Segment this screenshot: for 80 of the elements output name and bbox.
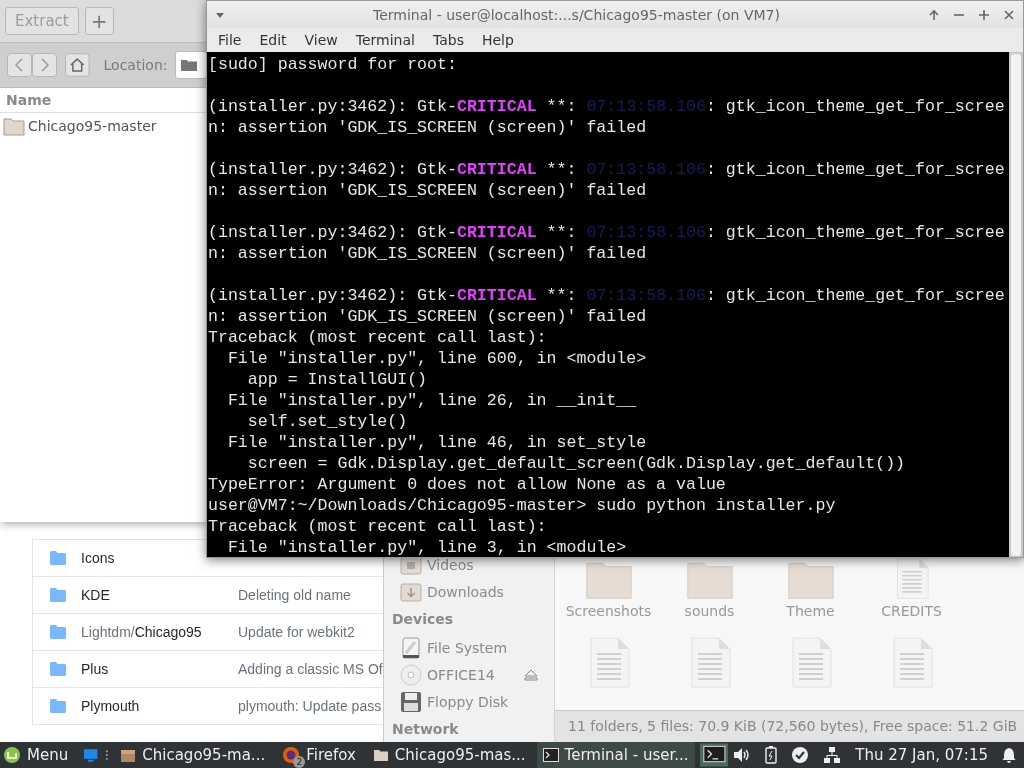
- terminal-line: File "installer.py", line 3, in <module>: [226, 537, 628, 557]
- menu-button[interactable]: Menu: [3, 746, 79, 764]
- folder-icon: [50, 625, 66, 639]
- taskbar-item[interactable]: 2 Firefox: [276, 742, 362, 768]
- menu-item[interactable]: Terminal: [346, 32, 424, 48]
- taskbar-item[interactable]: Chicago95-mas...: [366, 742, 532, 768]
- terminal-line: (installer.py:3462): Gtk-CRITICAL **: 07:13:58.106: gtk_icon_theme_get_for_scree: [208, 285, 1006, 306]
- location-label: Location:: [103, 57, 168, 73]
- window-title: Terminal - user@localhost:...s/Chicago95-master (on VM7): [372, 6, 781, 23]
- logo-icon: [3, 746, 21, 764]
- taskbar-item[interactable]: Terminal - user...: [536, 742, 695, 768]
- add-button[interactable]: +: [84, 7, 114, 35]
- terminal-line: [sudo] password for root:: [208, 54, 458, 75]
- sidebar-header: Network: [391, 720, 460, 739]
- location-field[interactable]: [175, 51, 207, 79]
- folder-link[interactable]: KDE: [81, 587, 110, 603]
- terminal-line: Traceback (most recent call last):: [208, 327, 548, 348]
- folder-icon: [372, 747, 389, 763]
- check-icon[interactable]: [791, 746, 810, 764]
- terminal-icon: [542, 747, 559, 763]
- terminal-line: File "installer.py", line 600, in <module>: [226, 348, 648, 369]
- commit-message[interactable]: plymouth: Update pass: [238, 698, 382, 714]
- terminal-line: (installer.py:3462): Gtk-CRITICAL **: 07:13:58.106: gtk_icon_theme_get_for_scree: [208, 222, 1006, 243]
- terminal-line: TypeError: Argument 0 does not allow None as a value: [208, 474, 727, 495]
- eject-icon[interactable]: [524, 668, 538, 681]
- terminal-icon[interactable]: [699, 743, 729, 767]
- terminal-line: (installer.py:3462): Gtk-CRITICAL **: 07:13:58.106: gtk_icon_theme_get_for_scree: [208, 96, 1006, 117]
- status-bar: 11 folders, 5 files: 70.9 KiB (72,560 bytes), Free space: 51.2 GiB: [555, 710, 1024, 742]
- folder-icon: [180, 58, 199, 72]
- terminal-line: app = InstallGUI(): [246, 369, 429, 390]
- sidebar-header: Devices: [391, 610, 455, 629]
- maximize-icon[interactable]: [978, 8, 990, 21]
- commit-message[interactable]: Adding a classic MS Of: [238, 661, 383, 677]
- terminal-line: n: assertion 'GDK_IS_SCREEN (screen)' failed: [208, 180, 648, 201]
- folder-icon: [50, 588, 66, 602]
- scrollbar[interactable]: [1009, 52, 1023, 557]
- file-name[interactable]: Chicago95-master: [28, 118, 157, 134]
- terminal-line: File "installer.py", line 46, in set_style: [226, 432, 648, 453]
- folder-link[interactable]: Lightdm/Chicago95: [81, 624, 202, 640]
- terminal-line: screen = Gdk.Display.get_default_screen(Gdk.Display.get_default()): [246, 453, 907, 474]
- menu-item[interactable]: View: [295, 32, 347, 48]
- bell-icon[interactable]: [1002, 747, 1016, 763]
- terminal-line: File "installer.py", line 26, in __init__: [226, 390, 638, 411]
- disc-icon: [400, 663, 422, 686]
- folder-icon: [50, 662, 66, 676]
- terminal-line: Traceback (most recent call last):: [208, 516, 548, 537]
- clock[interactable]: Thu 27 Jan, 07:15: [855, 746, 988, 764]
- window-menu-icon[interactable]: [215, 10, 225, 19]
- monitor-icon[interactable]: [83, 747, 99, 763]
- menu-item[interactable]: File: [209, 32, 251, 48]
- terminal-line: n: assertion 'GDK_IS_SCREEN (screen)' failed: [208, 117, 648, 138]
- drive-icon: [400, 636, 422, 659]
- box-icon: [120, 747, 137, 763]
- folder-link[interactable]: Plymouth: [81, 698, 140, 714]
- folder-link[interactable]: Icons: [81, 550, 115, 566]
- taskbar-item[interactable]: Chicago95-ma...: [114, 742, 272, 768]
- folder-icon: [50, 551, 66, 565]
- terminal-line: (installer.py:3462): Gtk-CRITICAL **: 07:13:58.106: gtk_icon_theme_get_for_scree: [208, 159, 1006, 180]
- terminal-line: self.set_style(): [246, 411, 409, 432]
- battery-icon[interactable]: [765, 746, 778, 764]
- network-icon[interactable]: [823, 746, 842, 764]
- dots-icon[interactable]: [103, 747, 110, 763]
- floppy-icon: [400, 690, 422, 713]
- arrow-up-icon[interactable]: [928, 8, 940, 21]
- folder-link[interactable]: Plus: [81, 661, 109, 677]
- menu-item[interactable]: Help: [472, 32, 523, 48]
- menu-item[interactable]: Tabs: [423, 32, 473, 48]
- menu-item[interactable]: Edit: [250, 32, 296, 48]
- terminal-line: n: assertion 'GDK_IS_SCREEN (screen)' failed: [208, 306, 648, 327]
- terminal-line: n: assertion 'GDK_IS_SCREEN (screen)' failed: [208, 243, 648, 264]
- volume-icon[interactable]: [733, 747, 752, 763]
- count-badge: 2: [293, 756, 306, 768]
- close-icon[interactable]: [1003, 8, 1015, 21]
- folder-icon: [50, 699, 66, 713]
- commit-message[interactable]: Deleting old name: [238, 587, 351, 603]
- commit-message[interactable]: Update for webkit2: [238, 624, 355, 640]
- download-folder-icon: [400, 580, 422, 603]
- home-icon[interactable]: [65, 53, 90, 77]
- folder-icon: [3, 116, 25, 136]
- terminal-line: user@VM7:~/Downloads/Chicago95-master> sudo python installer.py: [208, 495, 837, 516]
